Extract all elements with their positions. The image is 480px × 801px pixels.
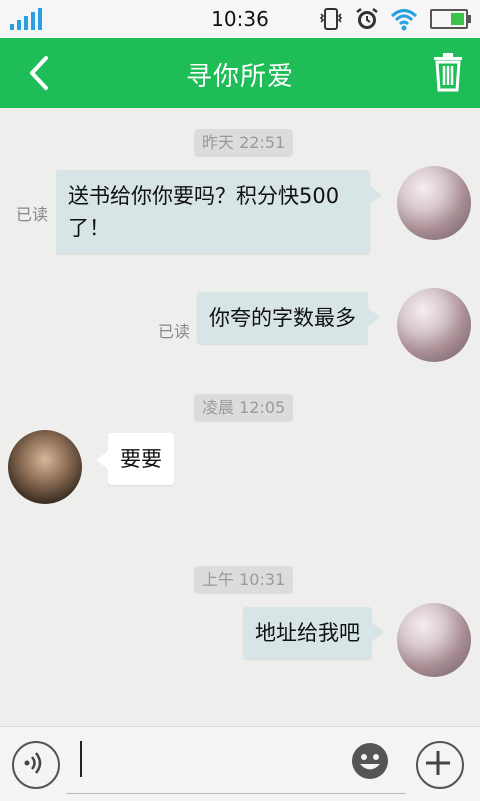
message-bubble-sent[interactable]: 你夸的字数最多 [197, 292, 380, 344]
voice-button[interactable] [12, 741, 60, 789]
read-status: 已读 [16, 205, 49, 224]
avatar[interactable] [397, 288, 471, 362]
trash-icon[interactable] [432, 52, 464, 92]
battery-icon [430, 9, 471, 29]
status-icons [318, 6, 471, 32]
read-status: 已读 [158, 322, 191, 341]
emoji-icon[interactable] [350, 741, 390, 781]
timestamp: 凌晨 12:05 [194, 394, 294, 422]
avatar[interactable] [8, 430, 82, 504]
avatar[interactable] [397, 603, 471, 677]
wifi-icon [390, 9, 418, 31]
timestamp: 昨天 22:51 [194, 129, 294, 157]
status-bar: 10:36 [0, 0, 480, 38]
header: 寻你所爱 [0, 38, 480, 108]
plus-icon [426, 751, 450, 775]
timestamp: 上午 10:31 [194, 566, 294, 594]
input-bar [0, 726, 480, 801]
message-bubble-received[interactable]: 要要 [96, 433, 174, 485]
voice-icon [24, 752, 42, 774]
message-bubble-sent[interactable]: 地址给我吧 [243, 607, 384, 659]
text-caret [80, 741, 82, 777]
alarm-icon [356, 8, 378, 29]
message-bubble-sent[interactable]: 送书给你你要吗？积分快500了！ [56, 170, 382, 254]
vibrate-icon [319, 8, 343, 30]
page-title: 寻你所爱 [185, 62, 294, 92]
avatar[interactable] [397, 166, 471, 240]
plus-button[interactable] [416, 741, 464, 789]
